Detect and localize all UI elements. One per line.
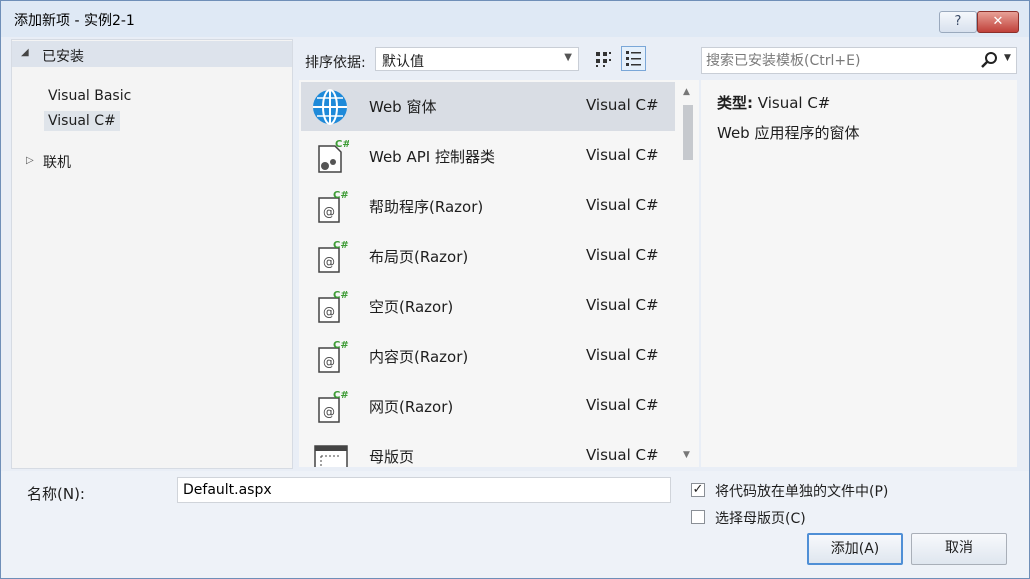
razor-page-icon: @ C# [318,190,349,223]
name-label: 名称(N): [27,485,85,503]
template-row[interactable]: @ C# 内容页(Razor) Visual C# [301,332,675,381]
checkbox-checked-icon[interactable]: ✓ [691,483,705,497]
svg-text:@: @ [323,355,335,369]
template-name: 帮助程序(Razor) [369,198,484,216]
template-name: 母版页 [369,448,415,466]
template-row[interactable]: 母版页 Visual C# [301,432,675,467]
tree-item-visual-basic[interactable]: Visual Basic [44,86,135,106]
svg-text:@: @ [323,205,335,219]
close-button[interactable]: ✕ [977,11,1019,33]
template-language: Visual C# [586,246,659,264]
list-view-icon [626,51,641,66]
template-language: Visual C# [586,446,659,464]
type-value: Visual C# [757,94,831,112]
template-description: Web 应用程序的窗体 [717,124,860,142]
svg-text:@: @ [323,255,335,269]
search-icon[interactable] [978,50,1000,70]
template-row[interactable]: C# Web API 控制器类 Visual C# [301,132,675,181]
scroll-up-arrow-icon[interactable]: ▲ [683,87,690,97]
svg-text:@: @ [323,305,335,319]
template-name: 布局页(Razor) [369,248,469,266]
add-new-item-dialog: 添加新项 - 实例2-1 ? ✕ ◢ 已安装 Visual Basic Visu… [0,0,1030,579]
small-icons-view-icon [596,52,611,67]
expanded-triangle-icon[interactable]: ◢ [21,47,29,58]
sort-label: 排序依据: [305,55,366,71]
template-language: Visual C# [586,346,659,364]
svg-text:C#: C# [333,240,349,251]
template-name: 内容页(Razor) [369,348,469,366]
cancel-button[interactable]: 取消 [911,533,1007,565]
template-row[interactable]: Web 窗体 Visual C# [301,82,675,131]
name-field[interactable] [177,477,671,503]
svg-text:C#: C# [333,340,349,351]
list-view-button[interactable] [621,46,646,71]
template-name: 空页(Razor) [369,298,454,316]
tree-node-online-label: 联机 [43,155,71,171]
sort-dropdown[interactable]: 默认值 ▼ [375,47,579,71]
controller-class-icon: C# [318,139,349,173]
code-separate-checkbox[interactable]: ✓ 将代码放在单独的文件中(P) [691,480,991,502]
tree-item-visual-csharp[interactable]: Visual C# [44,111,120,131]
scroll-down-arrow-icon[interactable]: ▼ [683,450,690,460]
search-box[interactable]: ▼ [701,47,1017,74]
razor-page-icon: @ C# [318,240,349,273]
type-label: 类型: [717,94,753,112]
template-details: 类型: Visual C# Web 应用程序的窗体 [701,80,1017,467]
template-list-scrollbar[interactable]: ▲ ▼ [679,85,697,465]
tree-node-installed[interactable]: ◢ 已安装 [12,41,292,67]
template-language: Visual C# [586,296,659,314]
razor-page-icon: @ C# [318,340,349,373]
code-separate-label: 将代码放在单独的文件中(P) [715,484,889,500]
scrollbar-thumb[interactable] [683,105,693,160]
master-page-checkbox[interactable]: 选择母版页(C) [691,507,991,529]
template-name: 网页(Razor) [369,398,454,416]
template-type: 类型: Visual C# [717,92,830,113]
sort-dropdown-value: 默认值 [382,54,424,70]
template-tree: ◢ 已安装 Visual Basic Visual C# ▷ 联机 [11,39,293,469]
template-list: Web 窗体 Visual C# C# Web API 控制器类 Visual … [299,80,699,467]
dialog-footer: 名称(N): ✓ 将代码放在单独的文件中(P) 选择母版页(C) 添加(A) 取… [1,471,1029,578]
window-title: 添加新项 - 实例2-1 [14,13,135,29]
razor-page-icon: @ C# [318,290,349,323]
search-options-arrow-icon[interactable]: ▼ [1004,53,1011,63]
master-page-label: 选择母版页(C) [715,511,806,527]
add-button[interactable]: 添加(A) [807,533,903,565]
small-icons-view-button[interactable] [590,46,615,71]
template-name: Web 窗体 [369,98,437,116]
svg-text:C#: C# [333,190,349,201]
template-row[interactable]: @ C# 布局页(Razor) Visual C# [301,232,675,281]
search-input[interactable] [706,51,966,70]
template-language: Visual C# [586,196,659,214]
master-page-icon [314,445,348,467]
help-button[interactable]: ? [939,11,977,33]
template-language: Visual C# [586,396,659,414]
template-language: Visual C# [586,146,659,164]
svg-text:C#: C# [333,390,349,401]
razor-page-icon: @ C# [318,390,349,423]
template-name: Web API 控制器类 [369,148,495,166]
title-bar: 添加新项 - 实例2-1 ? ✕ [1,1,1029,37]
checkbox-unchecked-icon[interactable] [691,510,705,524]
svg-text:C#: C# [335,139,349,150]
name-input[interactable] [183,481,653,499]
dropdown-arrow-icon: ▼ [564,52,572,63]
globe-icon [313,89,347,125]
template-language: Visual C# [586,96,659,114]
template-row[interactable]: @ C# 网页(Razor) Visual C# [301,382,675,431]
tree-node-installed-label: 已安装 [42,49,84,65]
template-row[interactable]: @ C# 帮助程序(Razor) Visual C# [301,182,675,231]
template-row[interactable]: @ C# 空页(Razor) Visual C# [301,282,675,331]
svg-text:@: @ [323,405,335,419]
svg-text:C#: C# [333,290,349,301]
collapsed-triangle-icon[interactable]: ▷ [26,155,34,166]
